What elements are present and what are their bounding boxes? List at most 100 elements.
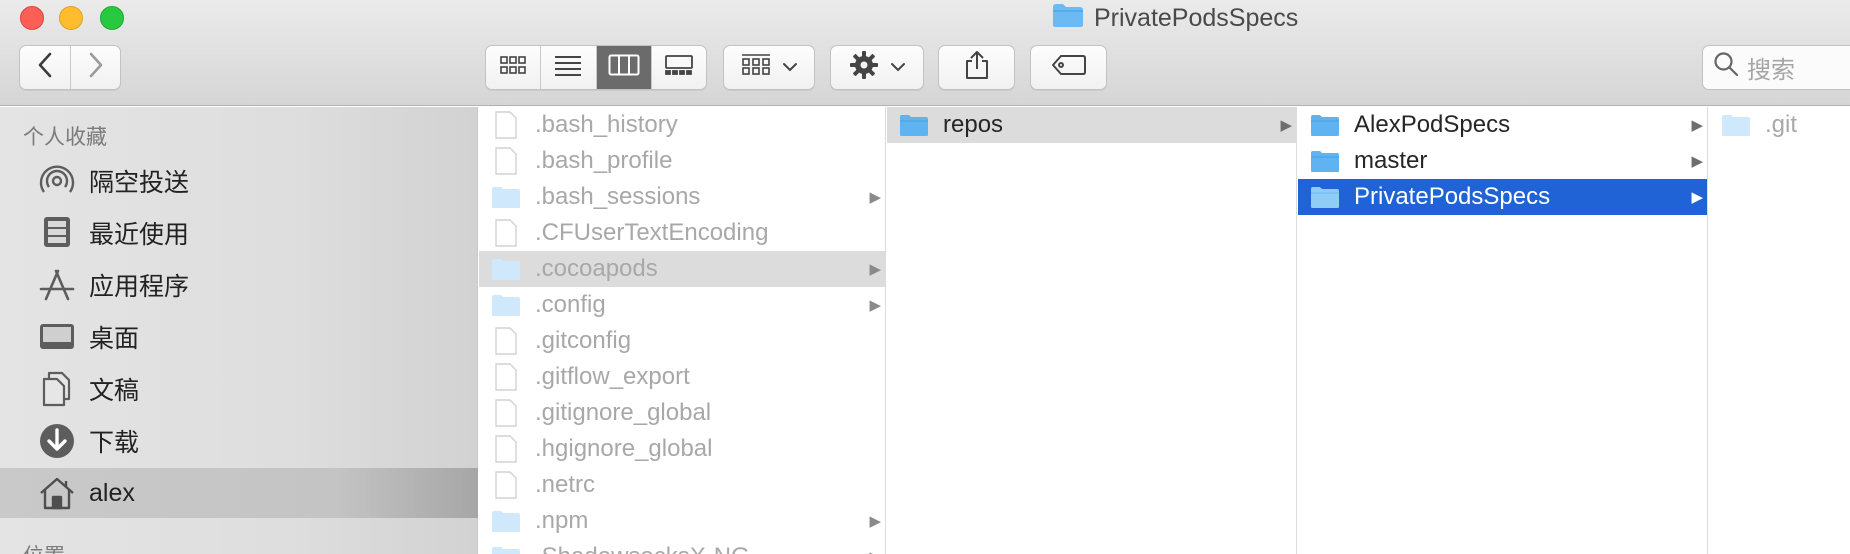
sidebar-heading-locations: 位置	[23, 540, 65, 554]
list-item[interactable]: .netrc	[479, 467, 885, 503]
list-item[interactable]: .cocoapods ▶	[479, 251, 885, 287]
list-item[interactable]: .git	[1709, 107, 1850, 143]
disclosure-arrow-icon: ▶	[869, 548, 881, 554]
gallery-view-button[interactable]	[650, 46, 706, 89]
sidebar-heading-favorites: 个人收藏	[23, 126, 107, 149]
applications-icon	[38, 266, 76, 304]
disclosure-arrow-icon: ▶	[1691, 153, 1703, 170]
list-item[interactable]: .gitignore_global	[479, 395, 885, 431]
desktop-icon	[38, 318, 76, 356]
document-icon	[491, 363, 521, 391]
airdrop-icon	[38, 162, 76, 200]
close-window-button[interactable]	[20, 6, 44, 30]
sidebar: 个人收藏 隔空投送 最近使用 应用程序 桌面 文稿 下载 alex	[0, 107, 478, 554]
document-icon	[491, 471, 521, 499]
folder-icon	[899, 111, 929, 139]
list-item[interactable]: .npm ▶	[479, 503, 885, 539]
sidebar-item-label: alex	[89, 478, 135, 507]
chevron-down-icon	[783, 59, 797, 77]
folder-icon	[1310, 111, 1340, 139]
list-item[interactable]: master ▶	[1298, 143, 1707, 179]
list-item[interactable]: .hgignore_global	[479, 431, 885, 467]
search-icon	[1713, 51, 1739, 84]
column-view-button[interactable]	[595, 46, 651, 89]
sidebar-item-label: 文稿	[89, 377, 140, 405]
list-view-button[interactable]	[540, 46, 595, 89]
sidebar-item-label: 隔空投送	[89, 169, 190, 197]
list-item-selected[interactable]: PrivatePodsSpecs ▶	[1298, 179, 1707, 215]
disclosure-arrow-icon: ▶	[1691, 189, 1703, 206]
sidebar-item-recents[interactable]: 最近使用	[0, 208, 478, 258]
sidebar-item-label: 最近使用	[89, 221, 190, 249]
folder-icon	[491, 255, 521, 283]
tag-icon	[1051, 54, 1087, 81]
list-item[interactable]: .bash_history	[479, 107, 885, 143]
document-icon	[491, 147, 521, 175]
chevron-left-icon	[37, 52, 53, 83]
disclosure-arrow-icon: ▶	[869, 297, 881, 314]
document-icon	[491, 111, 521, 139]
window-toolbar: PrivatePodsSpecs 搜索	[0, 0, 1850, 106]
group-by-button[interactable]	[723, 45, 815, 90]
gallery-icon	[664, 54, 694, 81]
window-title-text: PrivatePodsSpecs	[1094, 3, 1299, 32]
arrange-grid-icon	[741, 53, 771, 82]
sidebar-item-applications[interactable]: 应用程序	[0, 260, 478, 310]
disclosure-arrow-icon: ▶	[869, 261, 881, 278]
recents-icon	[38, 214, 76, 252]
browser-column-cocoapods: repos ▶	[887, 107, 1297, 554]
folder-icon	[1310, 147, 1340, 175]
search-field[interactable]: 搜索	[1702, 45, 1850, 90]
disclosure-arrow-icon: ▶	[869, 189, 881, 206]
list-item[interactable]: .CFUserTextEncoding	[479, 215, 885, 251]
list-item[interactable]: .gitconfig	[479, 323, 885, 359]
list-item[interactable]: .gitflow_export	[479, 359, 885, 395]
disclosure-arrow-icon: ▶	[1280, 117, 1292, 134]
sidebar-item-label: 下载	[89, 429, 140, 457]
sidebar-item-downloads[interactable]: 下载	[0, 416, 478, 466]
document-icon	[491, 219, 521, 247]
columns-icon	[608, 54, 640, 81]
sidebar-item-label: 桌面	[89, 325, 140, 353]
folder-icon	[491, 183, 521, 211]
document-icon	[491, 327, 521, 355]
tags-button[interactable]	[1030, 45, 1107, 90]
document-icon	[491, 399, 521, 427]
list-item[interactable]: repos ▶	[887, 107, 1296, 143]
gear-icon	[849, 50, 879, 85]
share-button[interactable]	[938, 45, 1015, 90]
list-item[interactable]: .bash_profile	[479, 143, 885, 179]
folder-icon	[491, 291, 521, 319]
sidebar-item-airdrop[interactable]: 隔空投送	[0, 156, 478, 206]
share-icon	[964, 50, 990, 85]
downloads-icon	[38, 422, 76, 460]
list-icon	[553, 54, 583, 81]
disclosure-arrow-icon: ▶	[1691, 117, 1703, 134]
list-item[interactable]: .bash_sessions ▶	[479, 179, 885, 215]
action-menu-button[interactable]	[830, 45, 924, 90]
window-title: PrivatePodsSpecs	[1052, 2, 1299, 35]
documents-icon	[38, 370, 76, 408]
chevron-right-icon	[88, 52, 104, 83]
forward-button[interactable]	[70, 46, 120, 89]
browser-column-privatepodsspecs: .git	[1709, 107, 1850, 554]
folder-icon	[1052, 2, 1084, 35]
navigation-group	[19, 45, 121, 90]
minimize-window-button[interactable]	[59, 6, 83, 30]
list-item[interactable]: .config ▶	[479, 287, 885, 323]
sidebar-item-documents[interactable]: 文稿	[0, 364, 478, 414]
sidebar-item-desktop[interactable]: 桌面	[0, 312, 478, 362]
chevron-down-icon	[891, 59, 905, 77]
list-item[interactable]: AlexPodSpecs ▶	[1298, 107, 1707, 143]
folder-icon	[491, 507, 521, 535]
document-icon	[491, 435, 521, 463]
sidebar-item-home[interactable]: alex	[0, 468, 478, 518]
icon-view-button[interactable]	[486, 46, 540, 89]
folder-icon	[1310, 183, 1340, 211]
zoom-window-button[interactable]	[100, 6, 124, 30]
home-icon	[38, 474, 76, 512]
back-button[interactable]	[20, 46, 70, 89]
disclosure-arrow-icon: ▶	[869, 513, 881, 530]
list-item[interactable]: .ShadowsocksX-NG ▶	[479, 539, 885, 554]
folder-icon	[1721, 111, 1751, 139]
